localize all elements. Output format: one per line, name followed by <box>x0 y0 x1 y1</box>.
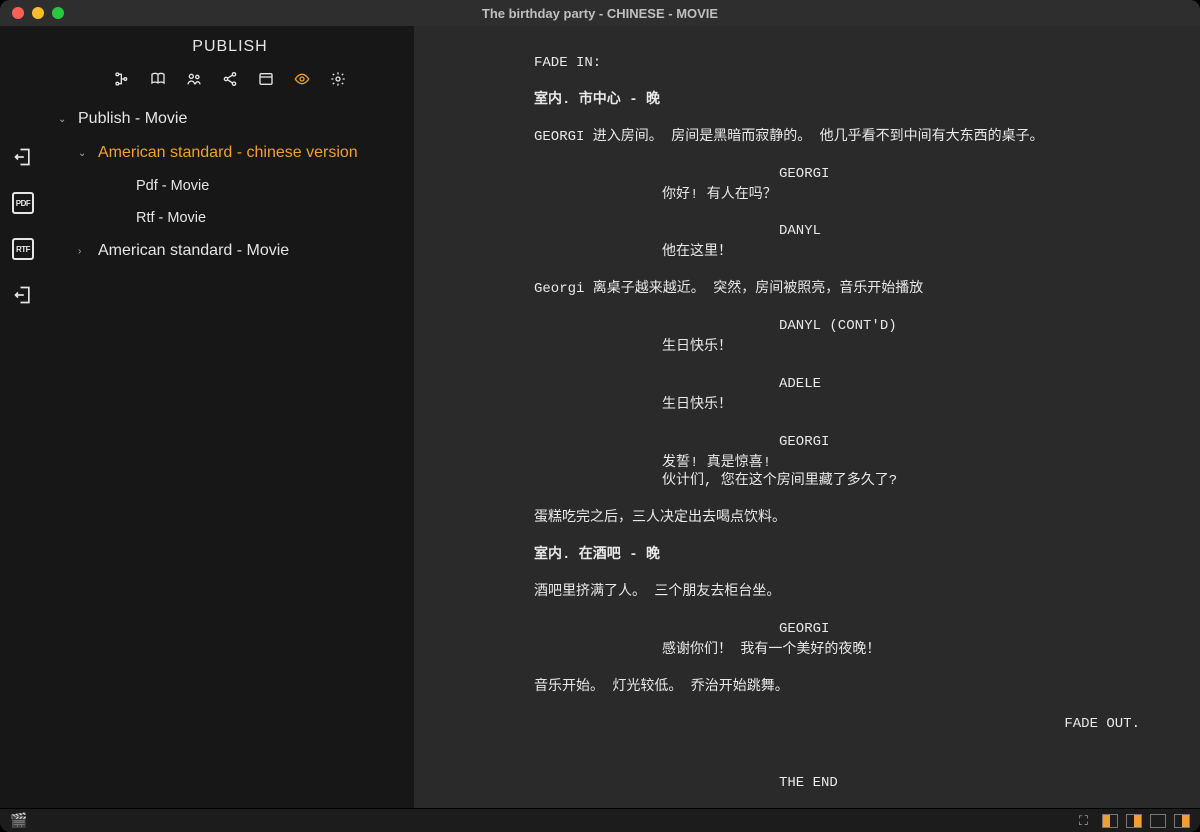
character-cue: DANYL <box>779 222 1140 241</box>
layout-right-panel-button[interactable] <box>1126 814 1142 828</box>
tree-label: American standard - chinese version <box>98 144 358 162</box>
preview-icon[interactable] <box>293 70 311 88</box>
tree-item-publish-movie[interactable]: ⌄ Publish - Movie <box>52 102 414 136</box>
dialogue: 生日快乐！ <box>662 338 1060 357</box>
script-preview[interactable]: FADE IN: 室内. 市中心 - 晚 GEORGI 进入房间。 房间是黑暗而… <box>414 26 1200 808</box>
chevron-down-icon: ⌄ <box>58 114 72 125</box>
chevron-right-icon: › <box>78 246 92 257</box>
dialogue: 他在这里！ <box>662 243 1060 262</box>
character-cue: GEORGI <box>779 433 1140 452</box>
status-bar: 🎬 ⛶ <box>0 808 1200 832</box>
app-window: The birthday party - CHINESE - MOVIE PDF… <box>0 0 1200 832</box>
rtf-icon[interactable]: RTF <box>12 238 34 260</box>
main-area: PDF RTF PUBLISH <box>0 26 1200 808</box>
minimize-window-button[interactable] <box>32 7 44 19</box>
book-icon[interactable] <box>149 70 167 88</box>
tree-item-american-standard-chinese[interactable]: ⌄ American standard - chinese version <box>52 136 414 170</box>
left-rail: PDF RTF <box>0 26 46 808</box>
titlebar: The birthday party - CHINESE - MOVIE <box>0 0 1200 26</box>
close-window-button[interactable] <box>12 7 24 19</box>
character-cue: ADELE <box>779 375 1140 394</box>
dialogue: 你好! 有人在吗？ <box>662 186 1060 205</box>
tree-item-rtf-movie[interactable]: Rtf - Movie <box>52 202 414 234</box>
export-icon[interactable] <box>12 146 34 168</box>
tree-label: Rtf - Movie <box>136 210 206 226</box>
dialogue: 生日快乐！ <box>662 396 1060 415</box>
sidebar-toolbar <box>46 66 414 102</box>
action-line: Georgi 离桌子越来越近。 突然，房间被照亮，音乐开始播放 <box>534 280 1140 299</box>
fade-in: FADE IN: <box>534 54 1140 73</box>
sidebar: PUBLISH <box>46 26 414 808</box>
dialogue: 感谢你们！ 我有一个美好的夜晚！ <box>662 641 1060 660</box>
layout-right-panel-button-2[interactable] <box>1174 814 1190 828</box>
tree-item-american-standard-movie[interactable]: › American standard - Movie <box>52 234 414 268</box>
action-line: 蛋糕吃完之后，三人决定出去喝点饮料。 <box>534 509 1140 528</box>
character-cue: DANYL (CONT'D) <box>779 317 1140 336</box>
action-line: GEORGI 进入房间。 房间是黑暗而寂静的。 他几乎看不到中间有大东西的桌子。 <box>534 128 1140 147</box>
fullscreen-icon[interactable]: ⛶ <box>1079 813 1088 829</box>
the-end: THE END <box>779 774 1140 793</box>
pdf-icon[interactable]: PDF <box>12 192 34 214</box>
tree-label: Publish - Movie <box>78 110 187 128</box>
tree-label: Pdf - Movie <box>136 178 209 194</box>
panel-icon[interactable] <box>257 70 275 88</box>
chevron-down-icon: ⌄ <box>78 148 92 159</box>
sidebar-title: PUBLISH <box>46 38 414 56</box>
export2-icon[interactable] <box>12 284 34 306</box>
fade-out: FADE OUT. <box>534 715 1140 734</box>
share-icon[interactable] <box>221 70 239 88</box>
tree-item-pdf-movie[interactable]: Pdf - Movie <box>52 170 414 202</box>
gear-icon[interactable] <box>329 70 347 88</box>
group-icon[interactable] <box>185 70 203 88</box>
action-line: 音乐开始。 灯光较低。 乔治开始跳舞。 <box>534 678 1140 697</box>
window-title: The birthday party - CHINESE - MOVIE <box>10 6 1190 21</box>
clapper-icon[interactable]: 🎬 <box>10 812 27 829</box>
dialogue: 发誓! 真是惊喜! 伙计们, 您在这个房间里藏了多久了? <box>662 454 1060 492</box>
script-body: FADE IN: 室内. 市中心 - 晚 GEORGI 进入房间。 房间是黑暗而… <box>534 54 1140 792</box>
scene-heading: 室内. 市中心 - 晚 <box>534 91 1140 110</box>
window-controls <box>12 7 64 19</box>
action-line: 酒吧里挤满了人。 三个朋友去柜台坐。 <box>534 583 1140 602</box>
layout-none-button[interactable] <box>1150 814 1166 828</box>
publish-tree: ⌄ Publish - Movie ⌄ American standard - … <box>46 102 414 268</box>
tree-label: American standard - Movie <box>98 242 289 260</box>
character-cue: GEORGI <box>779 165 1140 184</box>
character-cue: GEORGI <box>779 620 1140 639</box>
layout-left-panel-button[interactable] <box>1102 814 1118 828</box>
zoom-window-button[interactable] <box>52 7 64 19</box>
tree-icon[interactable] <box>113 70 131 88</box>
scene-heading: 室内. 在酒吧 - 晚 <box>534 546 1140 565</box>
